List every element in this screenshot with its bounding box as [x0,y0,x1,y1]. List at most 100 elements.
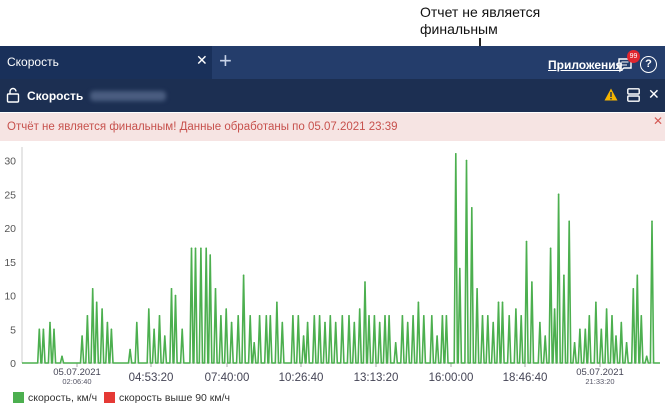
legend-label-over-90: скорость выше 90 км/ч [118,392,230,404]
series-speed-point [368,315,370,317]
series-speed-point [318,315,321,317]
series-speed-point [445,315,448,317]
series-speed-point [158,315,161,317]
series-speed-point [515,308,517,310]
series-speed-point [136,321,138,324]
series-speed-point [557,193,560,196]
series-speed-point [520,315,522,317]
series-speed-point [471,207,473,209]
widget-title: Скорость [27,89,84,103]
series-speed-point [276,301,278,304]
series-speed-point [209,254,211,256]
series-speed-point [53,328,55,331]
y-tick-label: 25 [4,189,16,201]
series-speed-point [297,315,300,317]
series-speed-point [459,267,461,270]
series-speed-point [573,342,576,344]
series-speed-point [42,328,45,331]
redacted-object-name [90,91,166,101]
series-speed-point [214,288,217,290]
series-speed-point [200,247,202,250]
series-speed-point [348,315,350,317]
x-tick-sublabel: 21:33:20 [585,377,614,386]
series-speed-point [487,315,489,317]
series-speed-point [81,335,83,337]
series-speed-point [353,321,356,324]
series-speed-point [237,315,239,317]
y-tick-label: 15 [4,257,16,269]
series-speed-point [148,308,150,310]
x-tick-label: 10:26:40 [279,372,324,384]
alert-banner: Отчёт не является финальным! Данные обра… [0,113,665,141]
series-speed-point [492,321,495,324]
series-speed-point [61,355,63,358]
series-speed-point [579,328,581,331]
series-speed-point [394,342,397,344]
x-tick-label: 16:00:00 [429,372,474,384]
series-speed-point [501,301,504,304]
series-speed-point [329,315,332,317]
speed-chart-svg[interactable]: 05101520253005.07.202102:06:40 04:53:20 07… [0,141,665,389]
series-speed-point [600,328,603,331]
series-speed-point [620,321,623,324]
series-speed-point [174,294,177,297]
series-speed-point [358,308,361,310]
warning-icon[interactable] [604,88,618,101]
series-speed-point [242,274,245,277]
callout-note: Отчет не является финальным [420,4,580,38]
series-speed-point [568,220,570,223]
series-speed-point [129,348,131,351]
y-tick-label: 5 [10,324,16,336]
series-speed-point [265,315,268,317]
lock-icon[interactable] [6,87,20,103]
apps-link[interactable]: Приложения [548,58,623,72]
close-icon[interactable]: ✕ [648,86,660,103]
series-speed-point [388,315,390,317]
series-speed-point [110,328,113,331]
series-speed-point [441,315,444,317]
tab-speed[interactable]: Скорость ✕ [0,46,212,79]
x-tick-sublabel: 02:06:40 [62,377,91,386]
series-speed-point [373,315,376,317]
close-icon[interactable]: ✕ [653,114,663,128]
x-tick-label: 07:40:00 [205,372,250,384]
legend-label-speed: скорость, км/ч [28,392,98,404]
series-speed-point [205,247,207,250]
series-speed-point [611,315,613,317]
y-tick-label: 0 [10,358,16,370]
layout-icon[interactable] [627,88,640,102]
legend-swatch-green [13,392,24,403]
series-speed-point [651,220,653,223]
series-speed-point [417,301,420,304]
series-speed-point [636,274,639,277]
series-speed-point [455,153,457,155]
series-speed-point [292,315,294,317]
series-speed-point [225,308,227,310]
legend-item-speed[interactable]: скорость, км/ч [13,392,100,404]
tab-bar: Скорость ✕ + Приложения 99 ? [0,46,665,79]
series-speed-point [640,315,643,317]
series-speed-point [406,321,409,324]
series-speed-point [476,288,478,290]
widget-toolbar: Скорость ✕ [0,79,665,112]
series-speed-point [481,315,484,317]
callout-line2: финальным [420,21,498,37]
series-speed-point [412,315,414,317]
close-icon[interactable]: ✕ [196,52,208,69]
series-speed-point [436,335,438,337]
tab-speed-label: Скорость [7,55,59,69]
series-speed-point [306,321,309,324]
y-tick-label: 20 [4,223,16,235]
series-speed-point [508,315,511,317]
plus-icon[interactable]: + [219,49,232,73]
series-speed-point [269,315,272,317]
series-speed-point [549,247,552,250]
series-speed-point [563,274,565,277]
help-icon[interactable]: ? [640,56,657,73]
legend-item-over-90[interactable]: скорость выше 90 км/ч [103,392,230,404]
series-speed-point [230,321,233,324]
series-speed-point [324,321,326,324]
series-speed-point [181,328,183,331]
series-speed-point [313,315,316,317]
series-speed-point [258,315,261,317]
